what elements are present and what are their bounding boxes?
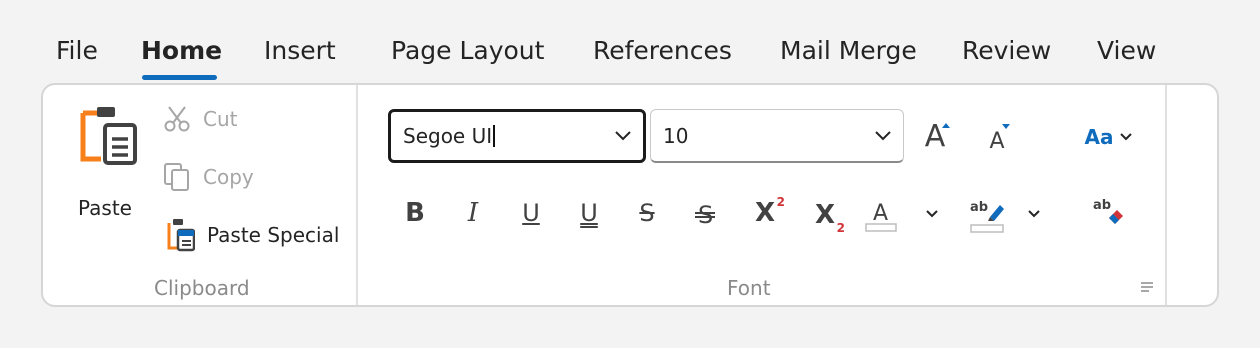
italic-button[interactable]: I (453, 193, 493, 233)
italic-icon: I (467, 198, 479, 228)
superscript-mark: 2 (776, 195, 785, 209)
tab-mail-merge[interactable]: Mail Merge (780, 34, 917, 68)
svg-text:ab: ab (970, 200, 988, 215)
chevron-down-icon (1120, 133, 1133, 141)
chevron-down-icon (1028, 210, 1040, 218)
subscript-icon: X (814, 200, 836, 230)
highlighter-icon: ab (970, 200, 1004, 233)
subscript-button[interactable]: X 2 (803, 193, 847, 237)
tab-review[interactable]: Review (962, 34, 1051, 68)
cut-label: Cut (203, 107, 238, 131)
copy-icon (164, 163, 189, 191)
svg-text:A: A (873, 201, 888, 226)
tab-page-layout[interactable]: Page Layout (391, 34, 544, 68)
eraser-icon: ab (1093, 198, 1123, 224)
double-strikethrough-icon: S (695, 201, 715, 227)
paste-special-button[interactable]: Paste Special (165, 217, 339, 253)
paste-icon (80, 107, 137, 165)
scissors-icon (164, 106, 190, 132)
highlight-dropdown[interactable] (1021, 199, 1047, 229)
ribbon-tab-bar: File Home Insert Page Layout References … (0, 0, 1260, 82)
bold-icon: B (405, 198, 425, 228)
copy-button[interactable]: Copy (163, 159, 254, 195)
double-strikethrough-button[interactable]: S (685, 193, 725, 233)
paste-button[interactable]: Paste (73, 103, 137, 223)
group-divider (1165, 85, 1167, 305)
paste-special-icon (167, 219, 195, 252)
group-divider (356, 85, 358, 305)
grow-font-button[interactable]: A (915, 117, 955, 157)
highlight-button[interactable]: ab (965, 193, 1009, 237)
font-color-icon: A (865, 201, 897, 232)
font-size-combobox[interactable]: 10 (650, 109, 904, 163)
change-case-label: Aa (1084, 125, 1114, 149)
chevron-down-icon[interactable] (863, 109, 903, 163)
font-color-button[interactable]: A (861, 193, 901, 237)
shrink-font-button[interactable]: A (977, 119, 1017, 159)
double-underline-button[interactable]: U (569, 193, 609, 233)
tab-references[interactable]: References (593, 34, 732, 68)
subscript-mark: 2 (836, 221, 845, 235)
underline-button[interactable]: U (511, 193, 551, 233)
font-size-input[interactable]: 10 (651, 124, 863, 148)
dialog-launcher-icon (1141, 282, 1153, 292)
font-group-label: Font (727, 276, 771, 300)
double-underline-icon: U (580, 199, 598, 227)
tab-home[interactable]: Home (141, 34, 222, 68)
superscript-button[interactable]: X 2 (743, 191, 787, 235)
font-name-combobox[interactable]: Segoe UI (388, 109, 646, 163)
clear-formatting-button[interactable]: ab (1087, 191, 1131, 231)
svg-text:ab: ab (1093, 198, 1111, 213)
paste-special-label: Paste Special (207, 223, 340, 247)
copy-label: Copy (203, 165, 254, 189)
strikethrough-button[interactable]: S (627, 193, 667, 233)
strikethrough-icon: S (639, 199, 655, 227)
change-case-button[interactable]: Aa (1077, 117, 1141, 157)
tab-file[interactable]: File (56, 34, 98, 68)
chevron-down-icon (926, 210, 938, 218)
font-dialog-launcher[interactable] (1137, 277, 1157, 297)
paste-label: Paste (78, 196, 132, 220)
font-name-input[interactable]: Segoe UI (391, 124, 603, 148)
chevron-down-icon[interactable] (603, 109, 643, 163)
underline-icon: U (522, 199, 540, 227)
ribbon-panel: Paste Cut Copy Paste Special Clipboard S… (41, 83, 1219, 307)
tab-view[interactable]: View (1097, 34, 1156, 68)
tab-insert[interactable]: Insert (264, 34, 336, 68)
cut-button[interactable]: Cut (163, 101, 237, 137)
bold-button[interactable]: B (395, 193, 435, 233)
clipboard-group-label: Clipboard (154, 276, 250, 300)
superscript-icon: X (754, 198, 776, 228)
active-tab-indicator (142, 75, 217, 80)
shrink-font-icon: A (989, 129, 1005, 154)
font-color-dropdown[interactable] (919, 199, 945, 229)
